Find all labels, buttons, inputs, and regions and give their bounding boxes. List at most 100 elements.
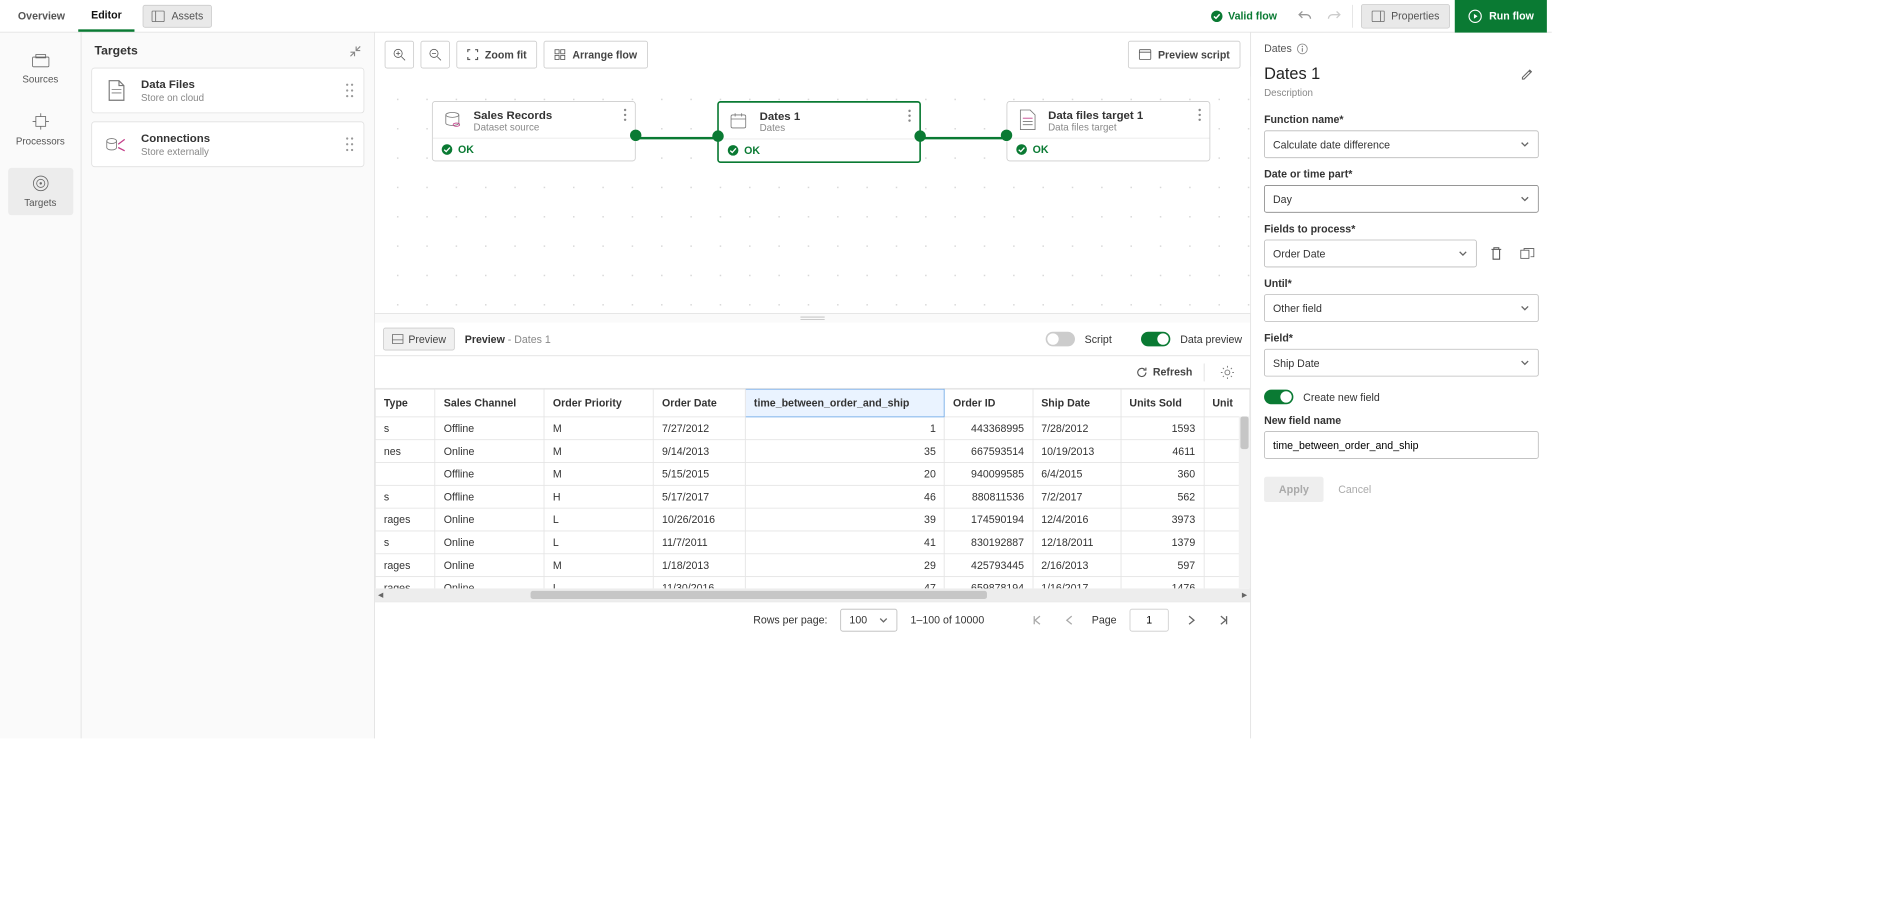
refresh-button[interactable]: Refresh: [1135, 366, 1192, 379]
node-status: OK: [1007, 138, 1209, 161]
drag-handle-icon[interactable]: [346, 83, 354, 98]
table-settings-button[interactable]: [1216, 361, 1239, 384]
column-header[interactable]: Type: [375, 389, 435, 417]
table-row[interactable]: ragesOnlineL10/26/20163917459019412/4/20…: [375, 508, 1249, 531]
column-header[interactable]: Units Sold: [1121, 389, 1204, 417]
node-port-out[interactable]: [630, 130, 641, 141]
collapse-panel-icon[interactable]: [350, 45, 361, 56]
apply-button[interactable]: Apply: [1264, 477, 1324, 502]
assets-button[interactable]: Assets: [143, 4, 212, 27]
table-row[interactable]: sOfflineM7/27/201214433689957/28/2012159…: [375, 417, 1249, 440]
date-part-select[interactable]: Day: [1264, 185, 1539, 213]
pager-range: 1–100 of 10000: [911, 614, 985, 626]
expand-field-button[interactable]: [1516, 242, 1539, 265]
node-type-icon: [727, 109, 750, 132]
table-row[interactable]: OfflineM5/15/2015209400995856/4/2015360: [375, 463, 1249, 486]
targets-panel-title: Targets: [95, 44, 138, 58]
target-card-connections[interactable]: Connections Store externally: [91, 121, 364, 167]
rows-per-page-label: Rows per page:: [753, 614, 827, 626]
rows-per-page-select[interactable]: 100: [840, 608, 897, 631]
pager-prev[interactable]: [1059, 610, 1079, 630]
flow-node[interactable]: Data files target 1Data files targetOK: [1007, 101, 1211, 161]
refresh-icon: [1135, 366, 1148, 379]
node-type-icon: [1015, 108, 1038, 131]
properties-title: Dates 1: [1264, 65, 1320, 84]
zoom-fit-button[interactable]: Zoom fit: [456, 41, 537, 69]
create-new-field-toggle[interactable]: [1264, 390, 1293, 405]
node-port-in[interactable]: [1001, 130, 1012, 141]
drag-handle-icon[interactable]: [346, 137, 354, 152]
data-preview-toggle[interactable]: [1141, 332, 1170, 347]
flow-node[interactable]: Sales RecordsDataset sourceOK: [432, 101, 636, 161]
rail-item-processors[interactable]: Processors: [8, 106, 73, 153]
zoom-in-button[interactable]: [385, 41, 414, 69]
field-label: Field*: [1264, 332, 1539, 344]
pager-last[interactable]: [1214, 610, 1234, 630]
cancel-button[interactable]: Cancel: [1338, 483, 1371, 495]
vertical-scrollbar[interactable]: [1239, 416, 1250, 588]
fields-to-process-select[interactable]: Order Date: [1264, 240, 1477, 268]
node-menu-button[interactable]: [908, 109, 911, 133]
function-name-label: Function name*: [1264, 113, 1539, 125]
resize-handle[interactable]: [375, 313, 1250, 323]
fit-icon: [467, 49, 478, 60]
flow-canvas[interactable]: Sales RecordsDataset sourceOK Dates 1Date…: [375, 77, 1250, 313]
function-name-select[interactable]: Calculate date difference: [1264, 130, 1539, 158]
column-header[interactable]: Ship Date: [1033, 389, 1121, 417]
grid-icon: [554, 49, 565, 60]
column-header[interactable]: Order Priority: [544, 389, 653, 417]
column-header[interactable]: time_between_order_and_ship: [745, 389, 944, 417]
table-row[interactable]: ragesOnlineM1/18/2013294257934452/16/201…: [375, 554, 1249, 577]
node-menu-button[interactable]: [1198, 108, 1201, 132]
zoom-out-button[interactable]: [421, 41, 450, 69]
table-row[interactable]: nesOnlineM9/14/20133566759351410/19/2013…: [375, 440, 1249, 463]
flow-node[interactable]: Dates 1DatesOK: [717, 101, 921, 163]
pager-first[interactable]: [1027, 610, 1047, 630]
properties-button[interactable]: Properties: [1361, 4, 1450, 28]
edit-title-button[interactable]: [1516, 63, 1539, 86]
node-port-out[interactable]: [914, 130, 925, 141]
node-menu-button[interactable]: [623, 108, 626, 132]
preview-button[interactable]: Preview: [383, 328, 455, 351]
until-label: Until*: [1264, 277, 1539, 289]
horizontal-scrollbar[interactable]: ◂ ▸: [375, 588, 1250, 601]
column-header[interactable]: Unit: [1204, 389, 1250, 417]
table-row[interactable]: sOfflineH5/17/2017468808115367/2/2017562: [375, 485, 1249, 508]
node-type-icon: [441, 108, 464, 131]
pager-page-input[interactable]: [1130, 608, 1169, 631]
node-status: OK: [433, 138, 635, 161]
info-icon[interactable]: [1297, 43, 1308, 54]
tab-editor[interactable]: Editor: [78, 0, 135, 32]
until-select[interactable]: Other field: [1264, 294, 1539, 322]
data-preview-toggle-label: Data preview: [1180, 333, 1242, 345]
script-toggle[interactable]: [1046, 332, 1075, 347]
table-row[interactable]: ragesOnlineL11/30/2016476598781941/16/20…: [375, 577, 1249, 589]
field-select[interactable]: Ship Date: [1264, 349, 1539, 377]
panel-icon: [152, 10, 165, 21]
column-header[interactable]: Sales Channel: [435, 389, 544, 417]
column-header[interactable]: Order Date: [653, 389, 745, 417]
panel-right-icon: [1372, 10, 1385, 21]
node-port-in[interactable]: [712, 130, 723, 141]
rail-item-targets[interactable]: Targets: [8, 168, 73, 215]
undo-button[interactable]: [1290, 0, 1319, 32]
properties-description: Description: [1264, 87, 1539, 98]
delete-field-button[interactable]: [1485, 242, 1508, 265]
run-flow-button[interactable]: Run flow: [1455, 0, 1547, 32]
table-row[interactable]: sOnlineL11/7/20114183019288712/18/201113…: [375, 531, 1249, 554]
play-circle-icon: [1468, 9, 1483, 24]
column-header[interactable]: Order ID: [944, 389, 1032, 417]
pager-next[interactable]: [1182, 610, 1202, 630]
rail-item-sources[interactable]: Sources: [8, 47, 73, 91]
redo-button[interactable]: [1319, 0, 1348, 32]
preview-table: TypeSales ChannelOrder PriorityOrder Dat…: [375, 389, 1250, 589]
arrange-flow-button[interactable]: Arrange flow: [544, 41, 648, 69]
new-field-name-input[interactable]: [1264, 431, 1539, 459]
tab-overview[interactable]: Overview: [5, 0, 78, 32]
create-new-field-label: Create new field: [1303, 391, 1380, 403]
script-icon: [1138, 49, 1151, 60]
preview-script-button[interactable]: Preview script: [1128, 41, 1241, 69]
pager-page-label: Page: [1092, 614, 1117, 626]
sources-icon: [31, 54, 49, 69]
target-card-data-files[interactable]: Data Files Store on cloud: [91, 68, 364, 114]
